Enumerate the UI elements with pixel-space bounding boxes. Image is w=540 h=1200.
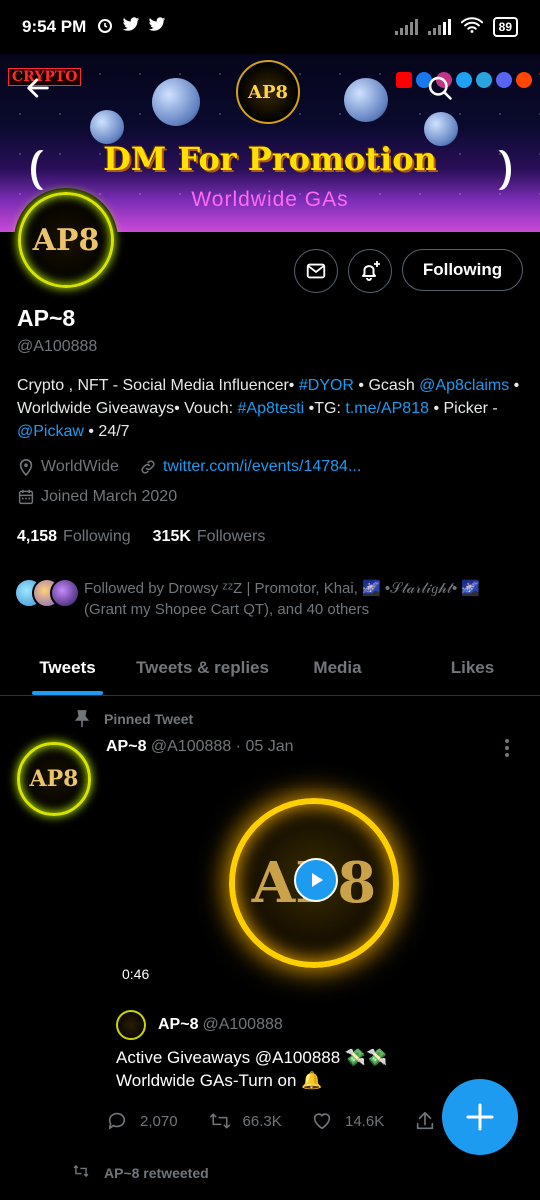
reply-button[interactable]: 2,070 [106, 1110, 209, 1132]
heart-icon [311, 1110, 333, 1132]
moon-image [152, 78, 200, 126]
mention-link[interactable]: @Pickaw [17, 423, 84, 440]
followers-count-link[interactable]: 315K Followers [153, 528, 266, 546]
tab-media[interactable]: Media [270, 640, 405, 695]
profile-website[interactable]: twitter.com/i/events/14784... [163, 458, 361, 476]
mention-link[interactable]: @Ap8claims [419, 377, 509, 394]
profile-name: AP~8 [17, 305, 76, 331]
moon-image [90, 110, 124, 144]
hashtag-link[interactable]: #Ap8testi [238, 400, 305, 417]
twitter-icon [122, 16, 140, 38]
profile-joined-row: Joined March 2020 [17, 488, 177, 506]
tweet-header: AP~8 @A100888 · 05 Jan [106, 738, 526, 756]
play-icon [312, 873, 323, 887]
bell-plus-icon [362, 261, 380, 281]
pinned-label: Pinned Tweet [72, 710, 193, 728]
calendar-icon [17, 488, 35, 506]
tab-tweets[interactable]: Tweets [0, 640, 135, 695]
telegram-link[interactable]: t.me/AP818 [345, 400, 429, 417]
avatar-logo: AP8 [18, 192, 114, 288]
profile-bio: Crypto , NFT - Social Media Influencer• … [17, 377, 520, 440]
reply-icon [106, 1110, 128, 1132]
moon-image [344, 78, 388, 122]
compose-tweet-button[interactable] [442, 1079, 518, 1155]
notify-button[interactable] [348, 249, 392, 293]
search-icon [428, 76, 452, 100]
tweet-handle-date: @A100888 · 05 Jan [150, 738, 294, 755]
back-arrow-icon [27, 78, 49, 98]
message-button[interactable] [294, 249, 338, 293]
status-time: 9:54 PM [22, 17, 87, 36]
tab-tweets-replies[interactable]: Tweets & replies [135, 640, 270, 695]
status-bar: 9:54 PM 89 [0, 0, 540, 54]
link-icon [139, 458, 157, 476]
more-vertical-icon [505, 739, 509, 757]
quote-text: Active Giveaways @A100888 💸💸 Worldwide G… [116, 1048, 388, 1090]
compose-plus-icon [466, 1103, 494, 1131]
following-count-link[interactable]: 4,158 Following [17, 528, 131, 546]
quoted-tweet[interactable]: AP~8 @A100888 Active Giveaways @A100888 … [116, 1010, 506, 1092]
retweeted-label: AP~8 retweeted [72, 1164, 209, 1181]
profile-tabs: Tweets Tweets & replies Media Likes [0, 640, 540, 696]
quote-avatar [116, 1010, 146, 1040]
profile-location: WorldWide [41, 458, 119, 475]
following-button[interactable]: Following [402, 249, 523, 291]
video-duration: 0:46 [122, 966, 150, 982]
retweet-icon [72, 1164, 92, 1181]
followed-by-row[interactable]: Followed by Drowsy ᶻᶻZ | Promotor, Khai,… [14, 578, 524, 620]
quote-author: AP~8 [158, 1016, 199, 1033]
signal-icon [427, 19, 451, 35]
profile-avatar[interactable]: AP8 [14, 188, 118, 292]
twitter-icon [148, 16, 166, 38]
follow-counts: 4,158 Following 315K Followers [17, 528, 265, 546]
tweet-more-button[interactable] [504, 738, 510, 764]
social-icons [396, 72, 532, 88]
battery-icon: 89 [492, 17, 518, 37]
quote-handle: @A100888 [202, 1016, 283, 1033]
promo-title: DM For Promotion [103, 140, 437, 178]
tab-likes[interactable]: Likes [405, 640, 540, 695]
wifi-icon [460, 16, 483, 39]
signal-icon [394, 19, 418, 35]
avatar-logo: AP8 [17, 742, 91, 816]
retweet-button[interactable]: 66.3K [209, 1110, 312, 1132]
mail-icon [306, 263, 326, 279]
play-button[interactable] [294, 858, 338, 902]
alarm-icon [96, 16, 114, 39]
hashtag-link[interactable]: #DYOR [299, 377, 354, 394]
tweet-author-avatar[interactable]: AP8 [17, 742, 91, 816]
retweet-icon [209, 1110, 231, 1132]
search-button[interactable] [420, 68, 460, 108]
profile-joined: Joined March 2020 [41, 488, 178, 505]
banner-logo: AP8 [236, 60, 300, 124]
profile-handle: @A100888 [17, 338, 98, 355]
back-button[interactable] [18, 68, 58, 108]
like-button[interactable]: 14.6K [311, 1110, 414, 1132]
location-icon [17, 458, 35, 476]
tweet-author-name[interactable]: AP~8 [106, 738, 146, 755]
pin-icon [72, 710, 92, 728]
follower-avatars [14, 578, 82, 610]
profile-meta-row: WorldWide twitter.com/i/events/14784... [17, 458, 361, 476]
share-icon [414, 1110, 436, 1132]
followed-by-text: Followed by Drowsy ᶻᶻZ | Promotor, Khai,… [84, 580, 481, 618]
